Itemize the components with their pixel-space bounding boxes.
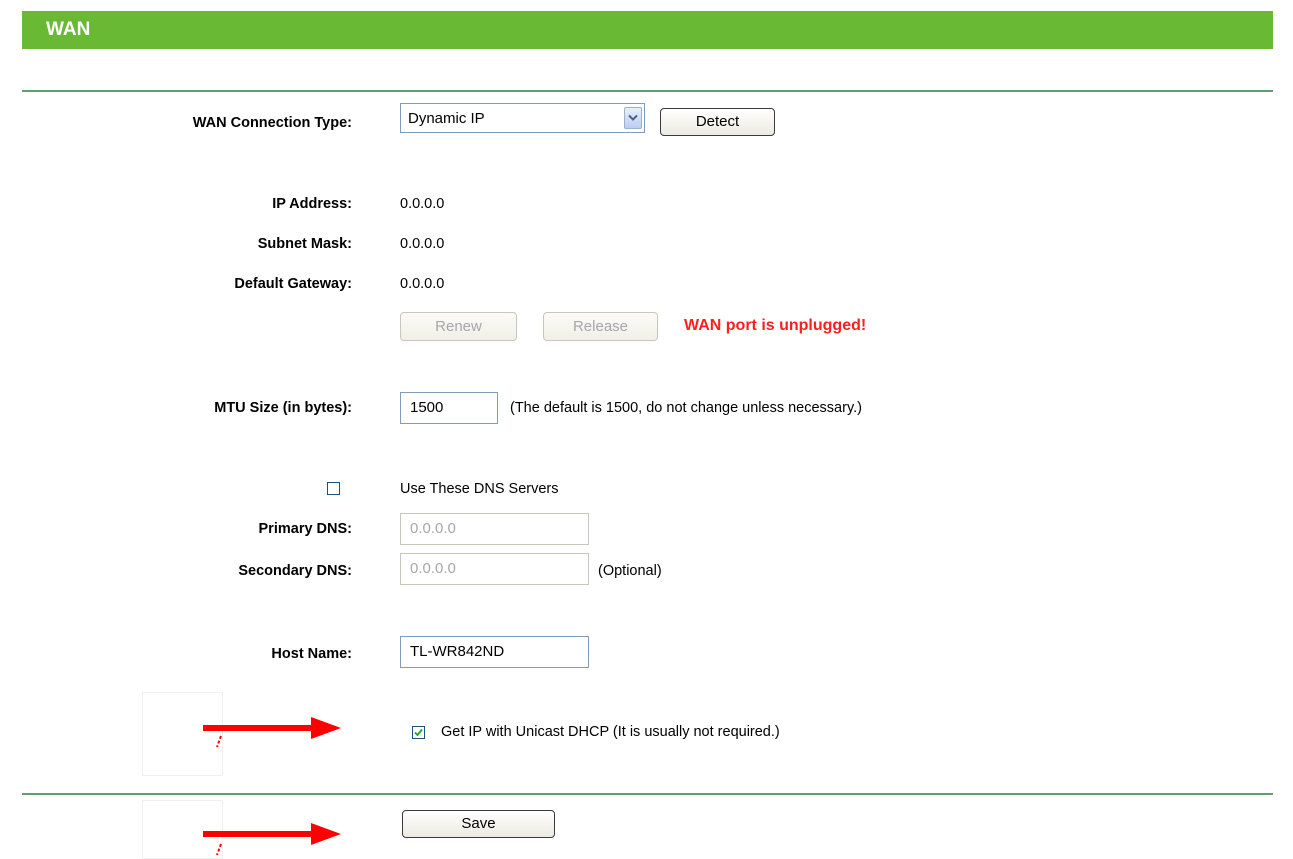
connection-type-select[interactable]: Dynamic IP — [400, 103, 645, 133]
host-name-input[interactable]: TL-WR842ND — [400, 636, 589, 668]
red-arrow-icon — [203, 717, 341, 739]
top-divider — [22, 90, 1273, 92]
unicast-dhcp-label: Get IP with Unicast DHCP (It is usually … — [441, 724, 780, 740]
primary-dns-input[interactable]: 0.0.0.0 — [400, 513, 589, 545]
save-button[interactable]: Save — [402, 810, 555, 838]
mtu-size-input[interactable]: 1500 — [400, 392, 498, 424]
red-dash-mark — [216, 843, 222, 856]
use-dns-label: Use These DNS Servers — [400, 481, 559, 497]
chevron-down-icon — [628, 114, 638, 121]
dropdown-arrow-button[interactable] — [624, 107, 642, 129]
ip-address-value: 0.0.0.0 — [400, 196, 445, 212]
secondary-dns-label: Secondary DNS: — [238, 563, 352, 579]
detect-button[interactable]: Detect — [660, 108, 775, 136]
host-name-label: Host Name: — [271, 646, 352, 662]
renew-button[interactable]: Renew — [400, 312, 517, 341]
page-title: WAN — [46, 19, 91, 40]
use-dns-checkbox[interactable] — [327, 482, 340, 495]
page-header: WAN — [22, 11, 1273, 49]
subnet-mask-value: 0.0.0.0 — [400, 236, 445, 252]
subnet-mask-label: Subnet Mask: — [257, 236, 352, 252]
bottom-divider — [22, 793, 1273, 795]
default-gateway-value: 0.0.0.0 — [400, 276, 445, 292]
red-dash-mark — [216, 735, 222, 748]
red-arrow-icon — [203, 823, 341, 845]
check-icon — [414, 728, 423, 737]
connection-type-value: Dynamic IP — [408, 110, 485, 127]
mtu-hint: (The default is 1500, do not change unle… — [510, 400, 862, 416]
mtu-size-label: MTU Size (in bytes): — [214, 400, 352, 416]
primary-dns-label: Primary DNS: — [258, 521, 352, 537]
optional-note: (Optional) — [598, 563, 662, 579]
connection-type-label: WAN Connection Type: — [192, 115, 352, 131]
default-gateway-label: Default Gateway: — [234, 276, 352, 292]
secondary-dns-input[interactable]: 0.0.0.0 — [400, 553, 589, 585]
release-button[interactable]: Release — [543, 312, 658, 341]
ip-address-label: IP Address: — [272, 196, 352, 212]
unicast-dhcp-checkbox[interactable] — [412, 726, 425, 739]
wan-unplugged-warning: WAN port is unplugged! — [684, 317, 867, 334]
